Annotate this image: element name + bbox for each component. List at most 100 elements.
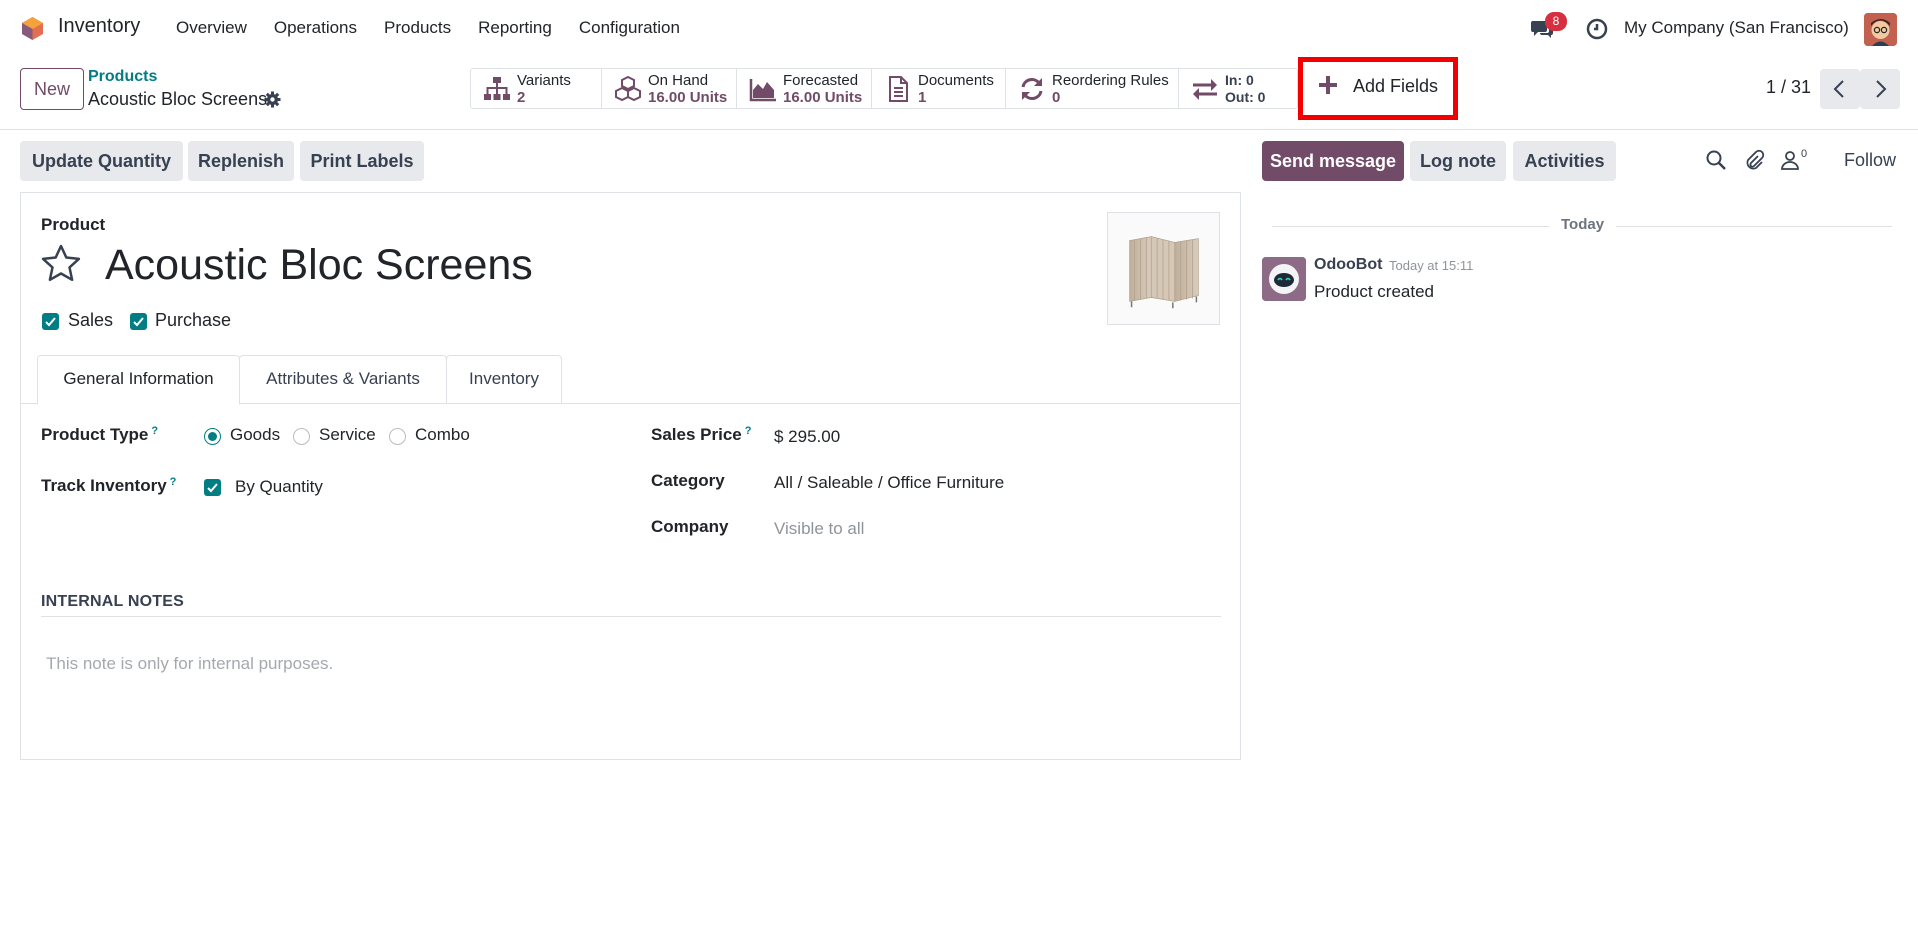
user-avatar-image: [1864, 13, 1897, 46]
category-field[interactable]: All / Saleable / Office Furniture: [774, 473, 1004, 493]
add-fields-button[interactable]: Add Fields: [1298, 57, 1458, 120]
gear-icon[interactable]: [264, 91, 281, 108]
new-button[interactable]: New: [20, 68, 84, 110]
smart-button-value: 16.00 Units: [783, 88, 863, 106]
activities-button[interactable]: Activities: [1513, 141, 1616, 181]
breadcrumb-products[interactable]: Products: [88, 68, 157, 86]
top-navbar: Inventory Overview Operations Products R…: [0, 0, 1918, 57]
check-icon: [133, 317, 144, 327]
menu-overview[interactable]: Overview: [176, 18, 247, 38]
chevron-right-icon: [1876, 80, 1887, 98]
chevron-left-icon: [1833, 80, 1844, 98]
smart-button-label: Documents: [918, 71, 994, 89]
star-icon[interactable]: [40, 243, 82, 285]
search-icon[interactable]: [1705, 149, 1727, 171]
purchase-label: Purchase: [155, 310, 232, 330]
add-fields-label: Add Fields: [1353, 76, 1439, 96]
reordering-rules-smart-button[interactable]: Reordering Rules 0: [1006, 69, 1179, 108]
smart-button-label: On Hand: [648, 71, 709, 89]
sales-checkbox[interactable]: [42, 313, 59, 330]
update-quantity-button[interactable]: Update Quantity: [20, 141, 183, 181]
follower-user-icon[interactable]: [1779, 149, 1801, 171]
smart-button-label: Variants: [517, 71, 571, 89]
purchase-checkbox[interactable]: [130, 313, 147, 330]
message-timestamp: Today at 15:11: [1389, 258, 1474, 273]
menu-operations[interactable]: Operations: [274, 18, 357, 38]
odoobot-avatar-image: [1262, 257, 1306, 301]
exchange-icon: [1193, 78, 1217, 100]
forecasted-smart-button[interactable]: Forecasted 16.00 Units: [737, 69, 872, 108]
message-author[interactable]: OdooBot: [1314, 256, 1382, 274]
area-chart-icon: [749, 78, 776, 101]
app-name[interactable]: Inventory: [58, 15, 140, 38]
sales-price-field[interactable]: $ 295.00: [774, 427, 840, 447]
track-inventory-label: Track Inventory?: [41, 476, 176, 496]
message-count-badge: 8: [1545, 12, 1567, 31]
replenish-button[interactable]: Replenish: [188, 141, 294, 181]
odoobot-avatar[interactable]: [1262, 257, 1306, 301]
message-body: Product created: [1314, 282, 1435, 301]
send-message-button[interactable]: Send message: [1262, 141, 1404, 181]
product-type-service-label: Service: [319, 425, 376, 444]
product-name[interactable]: Acoustic Bloc Screens: [105, 241, 533, 290]
company-switcher[interactable]: My Company (San Francisco): [1624, 18, 1849, 38]
check-icon: [45, 317, 56, 327]
smart-button-value: 16.00 Units: [648, 88, 728, 106]
follow-button[interactable]: Follow: [1844, 150, 1896, 171]
track-inventory-label-text: Track Inventory: [41, 476, 167, 495]
variants-smart-button[interactable]: Variants 2: [471, 69, 602, 108]
company-field[interactable]: Visible to all: [774, 519, 864, 539]
sales-price-label: Sales Price?: [651, 425, 751, 445]
tab-attributes-variants[interactable]: Attributes & Variants: [239, 355, 447, 404]
smart-button-value: 1: [918, 88, 927, 106]
print-labels-button[interactable]: Print Labels: [300, 141, 424, 181]
follower-count: 0: [1801, 148, 1808, 160]
product-image[interactable]: [1107, 212, 1220, 325]
menu-reporting[interactable]: Reporting: [478, 18, 552, 38]
pager-value[interactable]: 1 / 31: [1766, 77, 1811, 98]
sales-price-label-text: Sales Price: [651, 425, 742, 444]
help-tooltip-icon[interactable]: ?: [170, 476, 177, 488]
product-form-sheet: Product Acoustic Bloc Screens Sales Purc…: [20, 192, 1241, 760]
internal-notes-field[interactable]: This note is only for internal purposes.: [46, 654, 333, 674]
tracking-mode-select[interactable]: By Quantity: [235, 477, 323, 497]
documents-smart-button[interactable]: Documents 1: [872, 69, 1006, 108]
user-avatar[interactable]: [1864, 13, 1897, 46]
help-tooltip-icon[interactable]: ?: [151, 425, 158, 437]
document-icon: [889, 75, 908, 102]
refresh-icon: [1021, 77, 1043, 100]
product-type-service-radio[interactable]: [293, 428, 310, 445]
track-inventory-checkbox[interactable]: [204, 479, 221, 496]
product-label: Product: [41, 215, 106, 234]
paperclip-icon[interactable]: [1743, 149, 1765, 171]
menu-configuration[interactable]: Configuration: [579, 18, 680, 38]
inventory-app-icon[interactable]: [20, 16, 45, 41]
control-panel: New Products Acoustic Bloc Screens Varia…: [0, 57, 1918, 130]
tab-inventory[interactable]: Inventory: [446, 355, 562, 404]
in-count: In: 0: [1225, 71, 1254, 88]
check-icon: [207, 483, 218, 493]
on-hand-smart-button[interactable]: On Hand 16.00 Units: [602, 69, 737, 108]
sales-label: Sales: [68, 310, 114, 330]
pager-next-button[interactable]: [1860, 69, 1900, 109]
product-type-combo-radio[interactable]: [389, 428, 406, 445]
pager-previous-button[interactable]: [1820, 69, 1860, 109]
menu-products[interactable]: Products: [384, 18, 451, 38]
sitemap-icon: [484, 76, 510, 100]
product-type-goods-radio[interactable]: [204, 428, 221, 445]
help-tooltip-icon[interactable]: ?: [745, 425, 752, 437]
tab-general-information[interactable]: General Information: [37, 355, 240, 405]
smart-button-value: 0: [1052, 88, 1061, 106]
breadcrumb-current: Acoustic Bloc Screens: [88, 89, 268, 109]
log-note-button[interactable]: Log note: [1410, 141, 1506, 181]
product-type-goods-label: Goods: [230, 425, 281, 444]
cubes-icon: [615, 75, 641, 101]
category-label: Category: [651, 471, 725, 490]
smart-button-value: 2: [517, 88, 526, 106]
clock-icon[interactable]: [1586, 18, 1608, 40]
form-tabs: General Information Attributes & Variant…: [21, 355, 1240, 405]
product-type-label-text: Product Type: [41, 425, 149, 444]
smart-buttons: Variants 2 On Hand 16.00 Units Forecaste…: [470, 68, 1298, 109]
internal-notes-heading: INTERNAL NOTES: [41, 593, 1221, 617]
in-out-smart-button[interactable]: In: 0 Out: 0: [1179, 69, 1297, 108]
